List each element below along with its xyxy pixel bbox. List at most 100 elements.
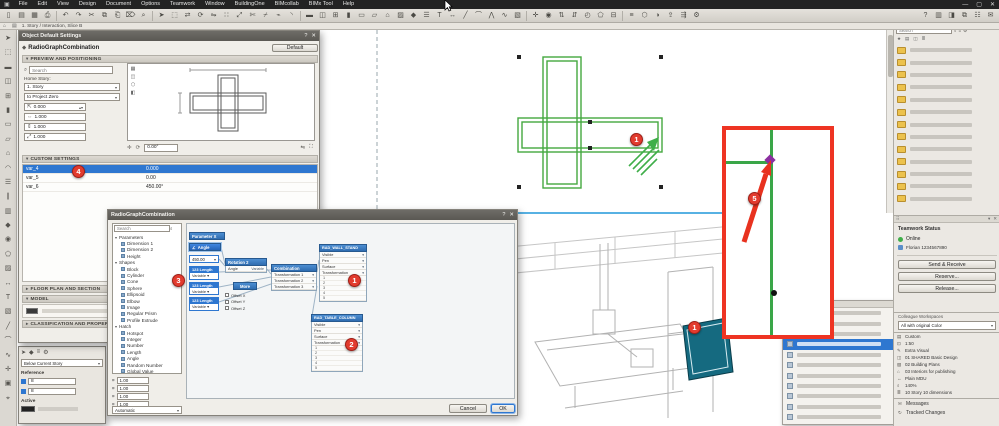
close-icon[interactable]: ✕ [993, 216, 997, 222]
menu-window[interactable]: Window [200, 0, 230, 9]
settings-search-input[interactable] [29, 66, 114, 74]
quick-option-02-building-plans[interactable]: ▧ 02 Building Plans [894, 361, 999, 368]
fill-swatch[interactable] [21, 406, 35, 412]
cancel-button[interactable]: Cancel [449, 404, 487, 413]
grid-icon[interactable]: ⊟ [608, 10, 620, 21]
mirror-icon[interactable]: ⇋ [208, 10, 220, 21]
fill-icon[interactable]: ▧ [512, 10, 524, 21]
palette-row[interactable] [783, 339, 905, 350]
select-arrow-tool-icon[interactable]: ➤ [2, 32, 15, 45]
fill-tool-icon[interactable]: ▧ [2, 305, 15, 318]
tree-item-global-value[interactable]: Global Value [114, 368, 180, 373]
gdl-port-row[interactable]: 5 [320, 296, 366, 301]
wall-icon[interactable]: ▬ [304, 10, 316, 21]
object-tool-icon[interactable]: ◆ [2, 219, 15, 232]
quick-option-10-story-10-dimensions[interactable]: ≣ 10 Story 10 dimensions [894, 389, 999, 396]
default-button[interactable]: Default [272, 44, 318, 52]
object-icon[interactable]: ◆ [29, 349, 34, 356]
close-icon[interactable]: ✕ [311, 33, 316, 39]
filter-icon[interactable]: ≣ [922, 36, 926, 42]
reserve-button[interactable]: Reserve... [898, 272, 996, 281]
polyline-icon[interactable]: ⋀ [486, 10, 498, 21]
roof-icon[interactable]: ⌂ [382, 10, 394, 21]
length-node[interactable]: 123 Length Variable ▾ [189, 281, 219, 295]
more-button[interactable]: More [233, 282, 257, 290]
size-field-a[interactable]: ⇔ 1.000 [24, 113, 86, 121]
section-custom-settings[interactable]: ▾ CUSTOM SETTINGS [22, 155, 318, 163]
quick-option-plain-mdu[interactable]: ↔ Plain MDU [894, 375, 999, 382]
menu-help[interactable]: Help [338, 0, 359, 9]
lamp-tool-icon[interactable]: ◉ [2, 233, 15, 246]
row-dropdown[interactable]: ▾ [362, 253, 364, 257]
undo-icon[interactable]: ↶ [60, 10, 72, 21]
favorites-folder-row[interactable] [894, 193, 999, 205]
favorites-folder-row[interactable] [894, 143, 999, 155]
vertical-scrollbar[interactable] [886, 30, 893, 213]
redo-icon[interactable]: ↷ [73, 10, 85, 21]
print-icon[interactable]: ⎙ [42, 10, 54, 21]
front-view-icon[interactable]: ◫ [131, 74, 136, 80]
spinner-icon[interactable]: ▴▾ [79, 105, 83, 110]
render-icon[interactable]: ◑ [652, 10, 664, 21]
value-field[interactable]: 1.00 [116, 377, 149, 384]
delete-icon[interactable]: ⌦ [125, 10, 137, 21]
minimize-button[interactable]: — [962, 2, 968, 8]
spline-icon[interactable]: ∿ [499, 10, 511, 21]
row-dropdown[interactable]: ▾ [362, 265, 364, 269]
menu-bimx-tool[interactable]: BIMx Tool [304, 0, 338, 9]
help-icon[interactable]: ? [304, 33, 307, 39]
palette-row[interactable] [783, 402, 905, 412]
combination-row-transformation-3[interactable]: Transformation 3 ▾ [272, 284, 316, 290]
value-field[interactable]: 1.00 [116, 385, 149, 392]
column-icon[interactable]: ▮ [343, 10, 355, 21]
beam-icon[interactable]: ▭ [356, 10, 368, 21]
close-icon[interactable]: ✕ [509, 212, 514, 218]
menu-bimcollab[interactable]: BIMcollab [270, 0, 304, 9]
maximize-button[interactable]: ▢ [976, 1, 982, 8]
menu-design[interactable]: Design [74, 0, 101, 9]
row-dropdown[interactable]: ▾ [358, 323, 360, 327]
rotate-icon[interactable]: ⟳ [195, 10, 207, 21]
axonometry-icon[interactable]: ⬡ [131, 82, 135, 88]
quick-option-1-50[interactable]: ⊡ 1:50 [894, 340, 999, 347]
slab-tool-icon[interactable]: ▱ [2, 133, 15, 146]
offset-row-offset-z[interactable]: Offset Z [225, 305, 267, 312]
shell-tool-icon[interactable]: ◠ [2, 162, 15, 175]
star-icon[interactable]: ★ [897, 36, 901, 42]
favorites-folder-row[interactable] [894, 56, 999, 68]
rotate-icon[interactable]: ⟳ [136, 145, 141, 151]
stair-tool-icon[interactable]: ☰ [2, 176, 15, 189]
arrow-icon[interactable]: ➤ [21, 349, 26, 356]
spline-tool-icon[interactable]: ∿ [2, 349, 15, 362]
quick-option-01-shared-basic-design[interactable]: ◫ 01 SHARED Basic Design [894, 354, 999, 361]
favorites-folder-row[interactable] [894, 168, 999, 180]
arc-tool-icon[interactable]: ⌒ [2, 334, 15, 347]
checkbox-icon[interactable] [225, 293, 229, 298]
hotspot-tool-icon[interactable]: ✛ [2, 363, 15, 376]
wall-tool-icon[interactable]: ▬ [2, 61, 15, 74]
slab-icon[interactable]: ▱ [369, 10, 381, 21]
reference-field[interactable]: 8 [28, 378, 76, 385]
release-button[interactable]: Release... [898, 284, 996, 293]
palette-header[interactable]: ⠿ ▾ ✕ [894, 216, 999, 223]
detail-icon[interactable]: ◴ [582, 10, 594, 21]
organizer-icon[interactable]: ⧉ [959, 10, 971, 21]
node-angle[interactable]: ∠ Angle [189, 243, 221, 251]
arrow-icon[interactable]: ➤ [156, 10, 168, 21]
quick-option-03-interiors-for-publishing[interactable]: ⌂ 03 Interiors for publishing [894, 368, 999, 375]
length-node-value[interactable]: Variable ▾ [190, 288, 218, 294]
menu-view[interactable]: View [52, 0, 74, 9]
favorites-folder-row[interactable] [894, 69, 999, 81]
reference-field[interactable]: 8 [28, 388, 76, 395]
camera-tool-icon[interactable]: ⌖ [2, 392, 15, 405]
elevation-field[interactable]: ⇱ 0.000 ▴▾ [24, 103, 86, 111]
paste-icon[interactable]: ⎗ [112, 10, 124, 21]
node-value-field[interactable]: 450.00 ▾ [189, 255, 219, 263]
mode-dropdown[interactable]: Automatic ▾ [112, 406, 182, 414]
send-receive-button[interactable]: Send & Receive [898, 260, 996, 269]
quick-option-custom[interactable]: ▤ Custom [894, 333, 999, 340]
ok-button[interactable]: OK [491, 404, 515, 413]
fillet-icon[interactable]: ◝ [286, 10, 298, 21]
palette-row[interactable] [783, 370, 905, 380]
rotation-row[interactable]: Angle Variable [226, 266, 266, 272]
